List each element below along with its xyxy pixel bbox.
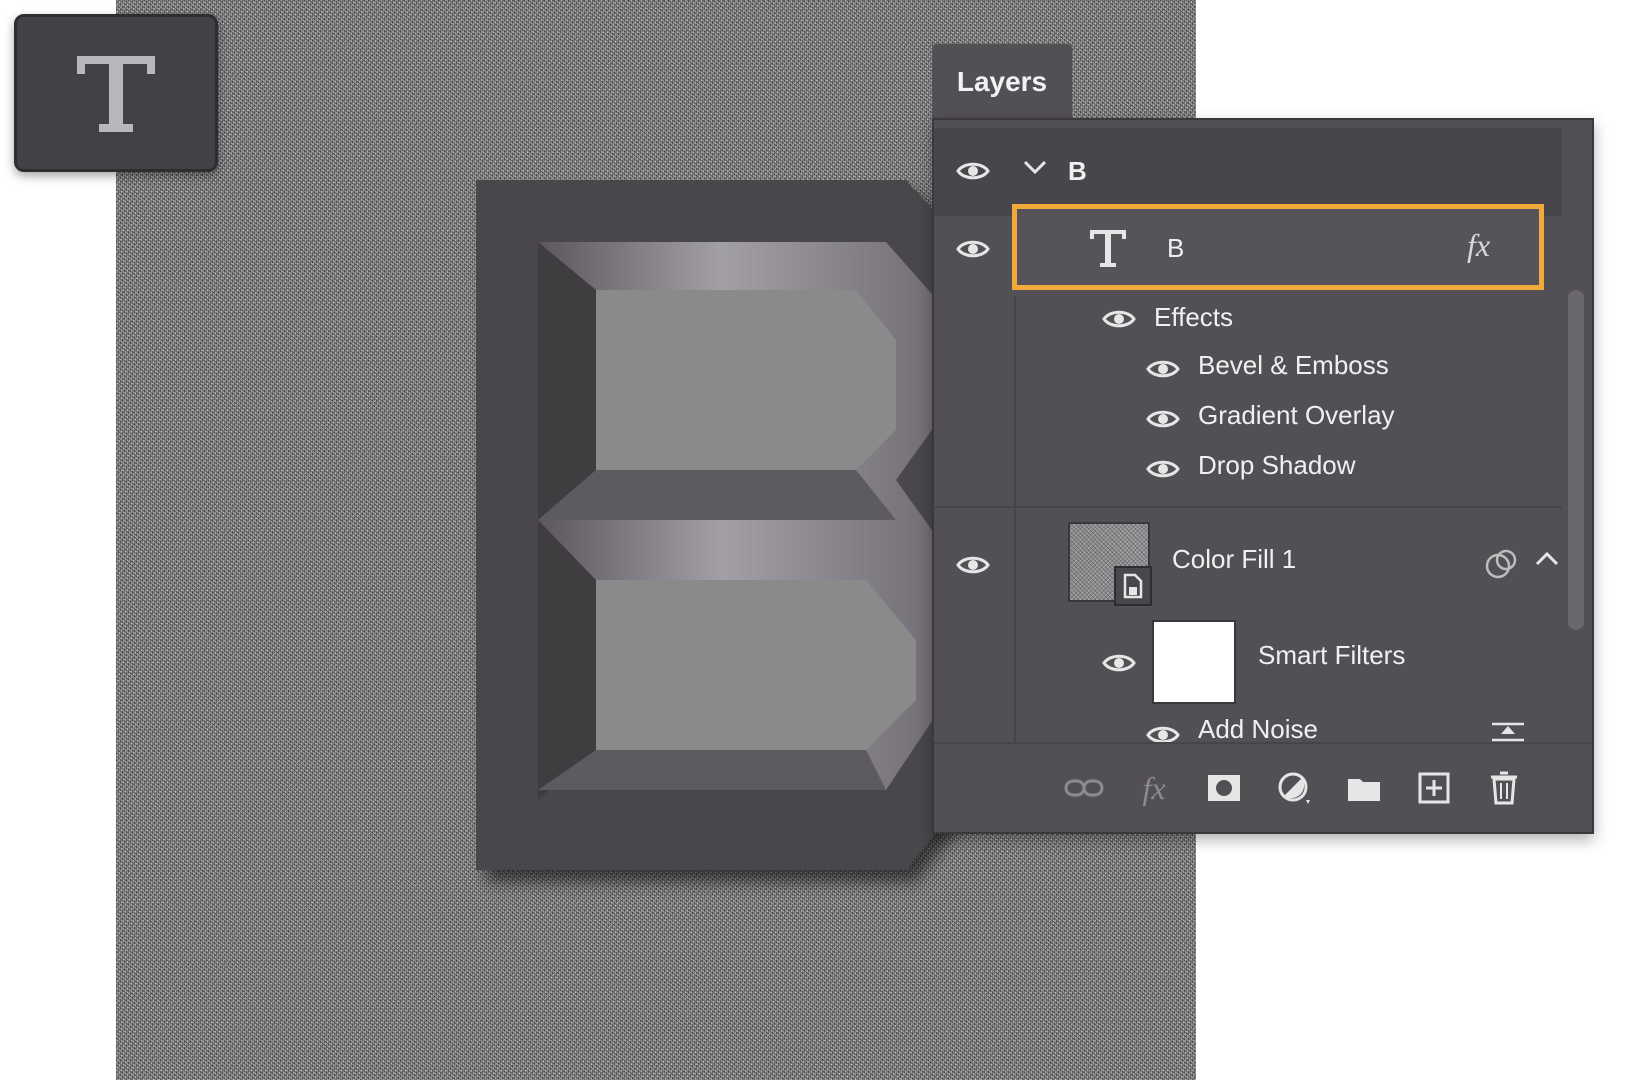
smart-filter-link-icon: [1484, 546, 1520, 582]
type-layer-icon: [1090, 230, 1126, 267]
smart-object-badge-icon: [1114, 566, 1152, 606]
new-layer-icon[interactable]: [1412, 766, 1456, 810]
layer-divider: [934, 506, 1562, 508]
color-fill-layer-name[interactable]: Color Fill 1: [1172, 544, 1296, 575]
chevron-down-icon[interactable]: [1022, 158, 1048, 178]
visibility-eye-icon[interactable]: [1102, 646, 1136, 680]
text-layer-name: B: [1167, 233, 1185, 263]
layers-footer-toolbar: fx: [934, 742, 1592, 832]
effect-gradient-overlay[interactable]: Gradient Overlay: [1198, 400, 1395, 431]
visibility-eye-icon[interactable]: [1102, 302, 1136, 336]
panel-scrollbar[interactable]: [1566, 290, 1586, 640]
mask-icon[interactable]: [1202, 766, 1246, 810]
group-name: B: [1068, 156, 1087, 186]
visibility-eye-icon[interactable]: [956, 548, 990, 582]
folder-icon[interactable]: [1342, 766, 1386, 810]
trash-icon[interactable]: [1482, 766, 1526, 810]
layer-group-row[interactable]: B: [934, 128, 1562, 216]
adjustment-icon[interactable]: [1272, 766, 1316, 810]
indent-divider: [1014, 296, 1016, 816]
effect-drop-shadow[interactable]: Drop Shadow: [1198, 450, 1356, 481]
type-tool-button[interactable]: [14, 14, 218, 172]
scrollbar-thumb[interactable]: [1568, 290, 1584, 630]
text-layer-row-selected[interactable]: B fx: [1012, 204, 1544, 290]
layer-fx-badge[interactable]: fx: [1467, 227, 1490, 264]
layers-panel: B B fx Effects Bevel & Emboss Gradient O…: [932, 118, 1594, 834]
type-tool-icon: [77, 56, 155, 132]
smart-filter-mask-thumbnail: [1152, 620, 1236, 704]
effects-label: Effects: [1154, 302, 1234, 332]
visibility-eye-icon[interactable]: [956, 232, 990, 266]
visibility-eye-icon[interactable]: [956, 154, 990, 188]
filter-add-noise[interactable]: Add Noise: [1198, 714, 1318, 745]
layers-tab[interactable]: Layers: [932, 44, 1072, 120]
effect-bevel-emboss[interactable]: Bevel & Emboss: [1198, 350, 1389, 381]
chevron-up-icon[interactable]: [1534, 548, 1560, 568]
visibility-eye-icon[interactable]: [1146, 402, 1180, 436]
fx-icon[interactable]: fx: [1132, 766, 1176, 810]
layers-tab-label: Layers: [956, 66, 1048, 97]
link-icon[interactable]: [1062, 766, 1106, 810]
visibility-eye-icon[interactable]: [1146, 452, 1180, 486]
smart-filters-label: Smart Filters: [1258, 640, 1406, 670]
visibility-eye-icon[interactable]: [1146, 352, 1180, 386]
